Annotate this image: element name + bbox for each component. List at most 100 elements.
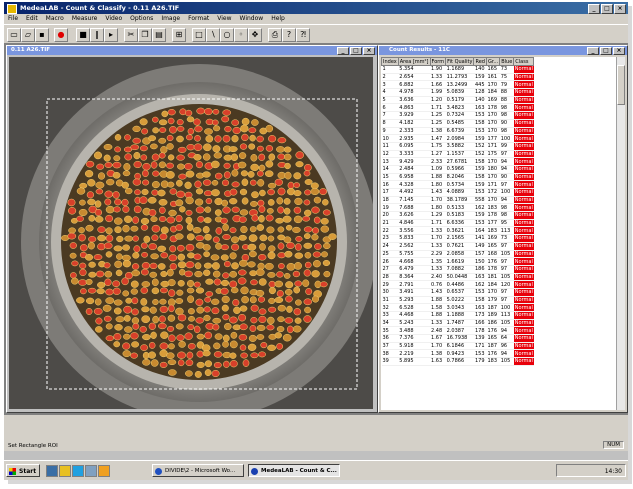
table-row[interactable]: 30 3.491 1.43 0.6537 153 170 97 Normal bbox=[381, 288, 534, 297]
browser-icon[interactable] bbox=[72, 465, 84, 477]
table-row[interactable]: 18 7.145 1.70 38.1789 558 170 94 Normal bbox=[381, 196, 534, 205]
measure-icon[interactable]: ⊞ bbox=[172, 28, 186, 42]
table-row[interactable]: 28 8.364 2.40 50.0448 163 181 105 Normal bbox=[381, 273, 534, 282]
table-row[interactable]: 22 3.556 1.33 0.3621 164 183 113 Normal bbox=[381, 226, 534, 236]
table-row[interactable]: 6 4.863 1.71 3.4823 163 178 98 Normal bbox=[381, 103, 534, 113]
column-header[interactable]: Area [mm²] bbox=[397, 57, 431, 66]
table-row[interactable]: 13 9.429 2.33 27.6781 158 170 94 Normal bbox=[381, 157, 534, 166]
image-close-button[interactable]: × bbox=[363, 47, 375, 55]
menu-item-video[interactable]: Video bbox=[105, 14, 122, 24]
table-row[interactable]: 32 6.528 1.58 3.0343 163 187 100 Normal bbox=[381, 303, 534, 312]
image-window[interactable]: 0.11 A26.TIF _ □ × bbox=[6, 45, 378, 413]
desktop-icon[interactable] bbox=[46, 465, 58, 477]
table-row[interactable]: 24 2.562 1.33 0.7621 149 165 97 Normal bbox=[381, 242, 534, 251]
column-header[interactable]: Index bbox=[381, 57, 399, 66]
table-row[interactable]: 29 2.791 0.76 0.4486 162 184 120 Normal bbox=[381, 280, 534, 289]
table-row[interactable]: 3 6.882 1.66 13.2499 445 170 79 Normal bbox=[381, 80, 534, 90]
move-icon[interactable]: ✥ bbox=[248, 28, 262, 42]
minimize-button[interactable]: _ bbox=[588, 4, 600, 14]
table-row[interactable]: 17 4.492 1.43 4.0889 153 172 100 Normal bbox=[381, 188, 534, 197]
table-row[interactable]: 2 2.654 1.33 11.2793 159 161 75 Normal bbox=[381, 73, 534, 82]
video-icon[interactable]: ■ bbox=[76, 28, 90, 42]
results-scrollbar[interactable] bbox=[616, 57, 625, 410]
table-row[interactable]: 21 4.846 1.71 6.6336 153 177 95 Normal bbox=[381, 219, 534, 228]
table-row[interactable]: 11 6.095 1.75 3.5882 152 171 99 Normal bbox=[381, 142, 534, 151]
table-row[interactable]: 26 4.668 1.35 1.6619 150 176 97 Normal bbox=[381, 257, 534, 266]
new-file-icon[interactable]: ▭ bbox=[7, 28, 21, 42]
table-row[interactable]: 20 3.626 1.29 0.5183 159 178 98 Normal bbox=[381, 211, 534, 220]
table-row[interactable]: 31 5.293 1.88 5.0222 158 179 97 Normal bbox=[381, 296, 534, 305]
menu-item-help[interactable]: Help bbox=[271, 14, 285, 24]
table-row[interactable]: 36 7.376 1.67 16.7938 139 165 64 Normal bbox=[381, 334, 534, 343]
menu-item-view[interactable]: View bbox=[217, 14, 231, 24]
folder-icon[interactable] bbox=[98, 465, 110, 477]
taskbar-task[interactable]: DIVIDE\2 - Microsoft Wo... bbox=[152, 464, 244, 477]
start-button[interactable]: Start bbox=[6, 464, 40, 477]
copy-icon[interactable]: ❐ bbox=[138, 28, 152, 42]
results-window[interactable]: Count Results - 11C _ □ × Index Area [mm²… bbox=[378, 45, 628, 413]
table-row[interactable]: 12 3.333 1.27 1.1537 152 175 97 Normal bbox=[381, 150, 534, 159]
menu-item-format[interactable]: Format bbox=[188, 14, 209, 24]
table-row[interactable]: 34 5.243 1.33 1.7487 166 186 105 Normal bbox=[381, 319, 534, 328]
ellipse-roi-icon[interactable]: ○ bbox=[220, 28, 234, 42]
menu-item-edit[interactable]: Edit bbox=[26, 14, 38, 24]
image-window-caption[interactable]: 0.11 A26.TIF _ □ × bbox=[7, 46, 377, 55]
play-icon[interactable]: ▸ bbox=[104, 28, 118, 42]
table-row[interactable]: 38 2.219 1.38 0.9423 153 176 94 Normal bbox=[381, 349, 534, 359]
menu-item-measure[interactable]: Measure bbox=[72, 14, 98, 24]
results-maximize-button[interactable]: □ bbox=[600, 47, 612, 55]
results-window-caption[interactable]: Count Results - 11C _ □ × bbox=[379, 46, 627, 55]
menu-item-file[interactable]: File bbox=[8, 14, 18, 24]
table-row[interactable]: 23 5.833 1.70 2.1565 141 169 73 Normal bbox=[381, 234, 534, 243]
help-icon[interactable]: ⁈ bbox=[296, 28, 310, 42]
table-row[interactable]: 39 5.895 1.63 0.7866 179 183 105 Normal bbox=[381, 357, 534, 366]
table-row[interactable]: 25 5.755 2.29 2.0858 157 168 105 Normal bbox=[381, 250, 534, 259]
column-header[interactable]: Blue bbox=[499, 57, 515, 66]
maximize-button[interactable]: □ bbox=[601, 4, 613, 14]
menu-item-image[interactable]: Image bbox=[161, 14, 180, 24]
table-row[interactable]: 15 6.958 1.88 8.2046 158 170 90 Normal bbox=[381, 173, 534, 182]
menu-item-macro[interactable]: Macro bbox=[46, 14, 64, 24]
rect-roi-icon[interactable]: □ bbox=[192, 28, 206, 42]
close-button[interactable]: × bbox=[614, 4, 626, 14]
column-header[interactable]: Form bbox=[429, 57, 447, 66]
menu-item-window[interactable]: Window bbox=[240, 14, 264, 24]
table-row[interactable]: 35 3.488 2.48 2.0387 178 176 94 Normal bbox=[381, 326, 534, 336]
image-minimize-button[interactable]: _ bbox=[337, 47, 349, 55]
table-row[interactable]: 4 4.978 1.99 5.0839 128 184 88 Normal bbox=[381, 88, 534, 97]
column-header[interactable]: Class bbox=[513, 57, 535, 66]
column-header[interactable]: Fit Quality bbox=[445, 57, 475, 66]
table-row[interactable]: 9 2.333 1.38 6.6739 153 170 98 Normal bbox=[381, 127, 534, 136]
column-header[interactable]: Red bbox=[473, 57, 487, 66]
taskbar-task[interactable]: MedeaLAB - Count & C... bbox=[248, 464, 340, 477]
table-row[interactable]: 19 7.688 1.80 0.5133 162 183 98 Normal bbox=[381, 203, 534, 213]
save-icon[interactable]: ▪ bbox=[35, 28, 49, 42]
pause-icon[interactable]: ‖ bbox=[90, 28, 104, 42]
image-maximize-button[interactable]: □ bbox=[350, 47, 362, 55]
print-icon[interactable]: ⎙ bbox=[268, 28, 282, 42]
scroll-thumb[interactable] bbox=[617, 65, 625, 105]
cut-icon[interactable]: ✂ bbox=[124, 28, 138, 42]
explorer-icon[interactable] bbox=[59, 465, 71, 477]
record-icon[interactable]: ● bbox=[54, 28, 68, 42]
line-roi-icon[interactable]: ∖ bbox=[206, 28, 220, 42]
info-icon[interactable]: ? bbox=[282, 28, 296, 42]
open-folder-icon[interactable]: ▱ bbox=[21, 28, 35, 42]
column-header[interactable]: Gr... bbox=[485, 57, 501, 66]
table-row[interactable]: 37 5.918 1.70 6.1846 171 187 96 Normal bbox=[381, 342, 534, 351]
title-bar[interactable]: MedeaLAB - Count & Classify - 0.11 A26.T… bbox=[4, 2, 628, 14]
table-row[interactable]: 10 2.935 1.47 2.0984 159 177 100 Normal bbox=[381, 134, 534, 143]
image-canvas[interactable] bbox=[9, 57, 373, 409]
mail-icon[interactable] bbox=[85, 465, 97, 477]
point-roi-icon[interactable]: ◦ bbox=[234, 28, 248, 42]
table-row[interactable]: 7 3.929 1.25 0.7324 153 170 98 Normal bbox=[381, 111, 534, 120]
menu-item-options[interactable]: Options bbox=[130, 14, 153, 24]
table-row[interactable]: 1 5.354 1.90 1.1689 140 165 73 Normal bbox=[381, 65, 534, 74]
table-row[interactable]: 5 3.636 1.20 0.5179 140 169 88 Normal bbox=[381, 96, 534, 105]
table-row[interactable]: 33 4.468 1.88 1.1888 173 189 113 Normal bbox=[381, 311, 534, 320]
results-close-button[interactable]: × bbox=[613, 47, 625, 55]
results-minimize-button[interactable]: _ bbox=[587, 47, 599, 55]
table-row[interactable]: 8 4.182 1.25 0.5485 158 170 90 Normal bbox=[381, 119, 534, 128]
table-row[interactable]: 16 4.328 1.80 0.5734 159 171 97 Normal bbox=[381, 180, 534, 189]
table-row[interactable]: 27 6.479 1.33 7.0882 186 178 97 Normal bbox=[381, 265, 534, 274]
